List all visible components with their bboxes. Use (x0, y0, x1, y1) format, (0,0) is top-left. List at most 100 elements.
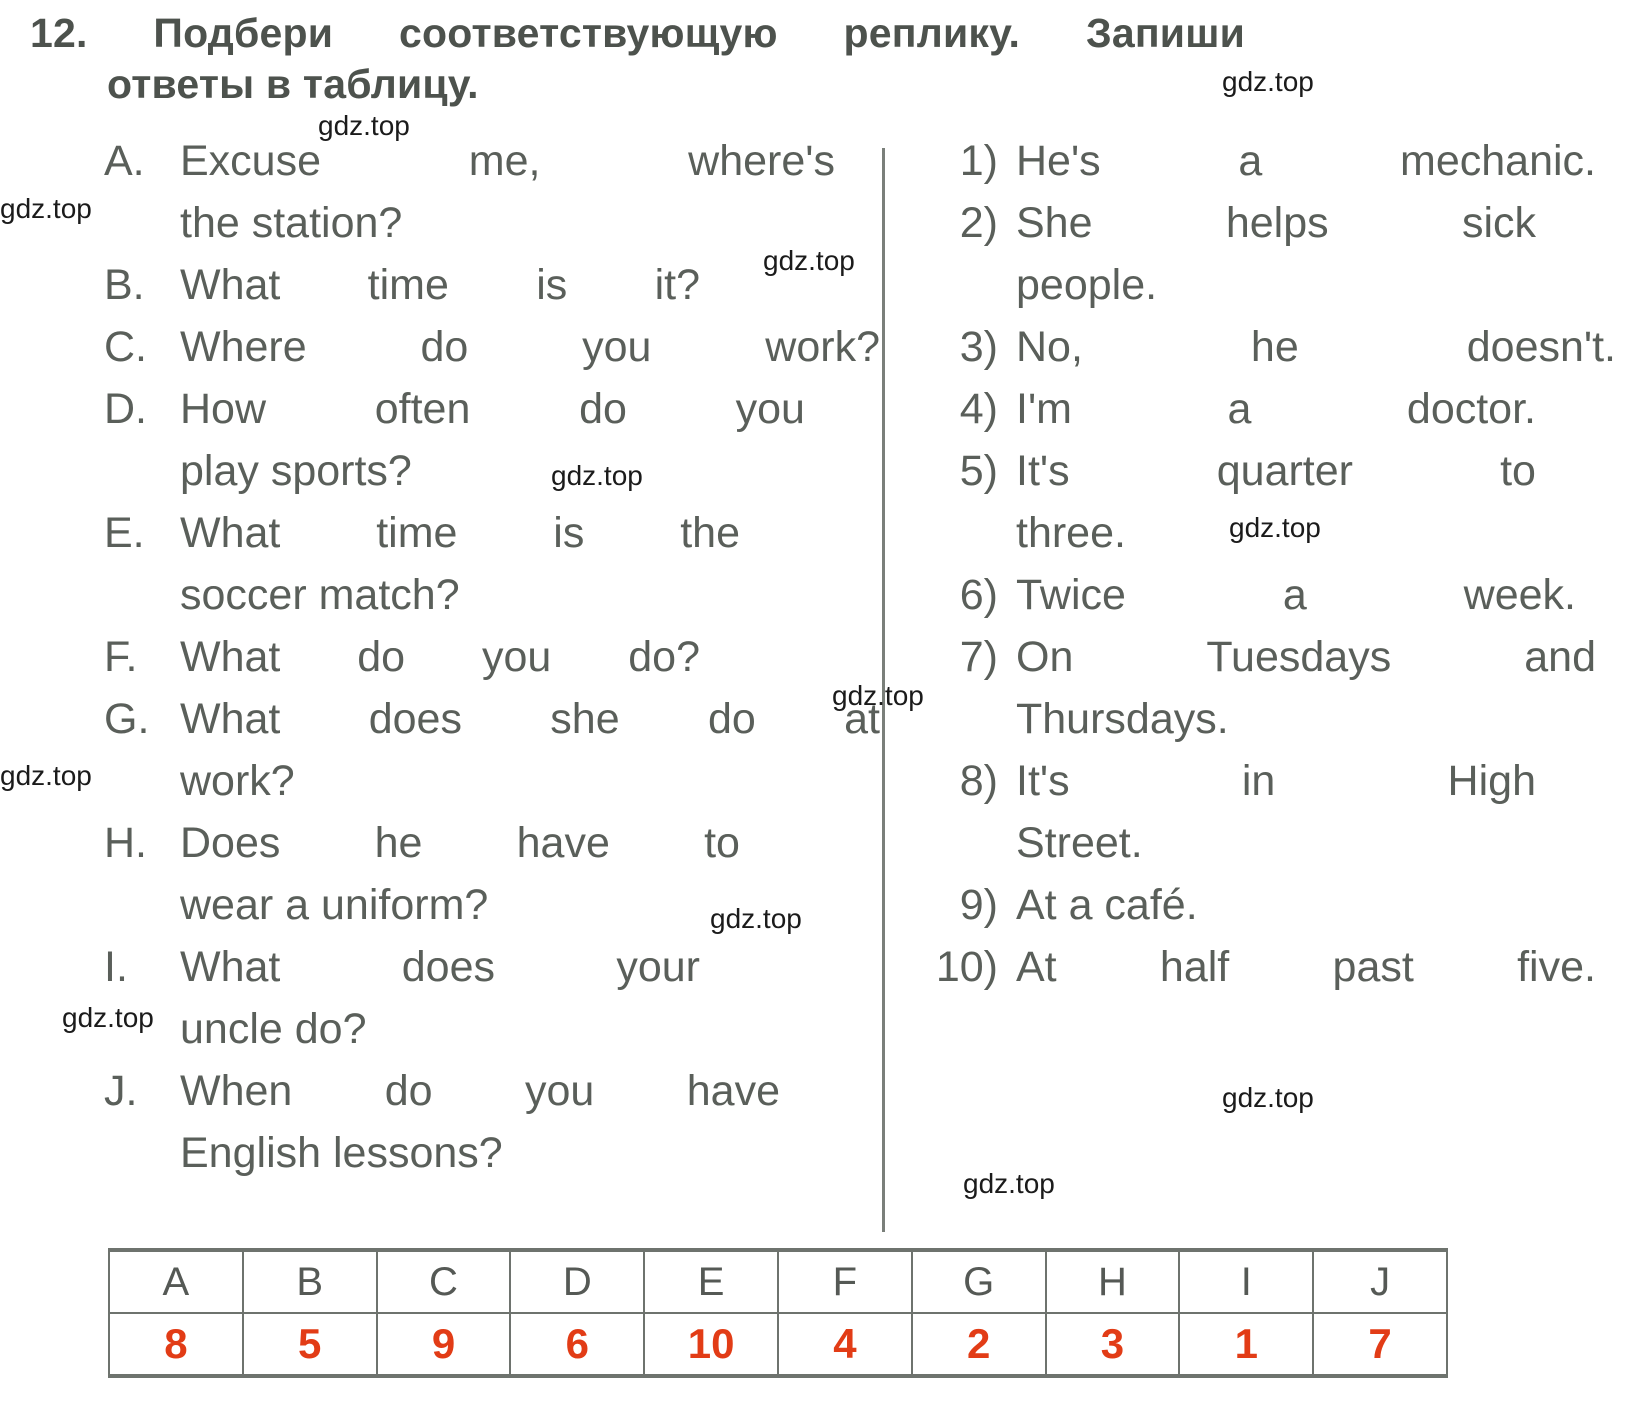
table-cell-letter: F (776, 1248, 913, 1314)
table-cell-letter: G (910, 1248, 1047, 1314)
reply-marker: 5) (959, 447, 998, 495)
list-item[interactable]: J. When do you have English lessons? (92, 1060, 852, 1184)
table-cell-letter: E (643, 1248, 779, 1314)
table-cell-letter: B (241, 1248, 378, 1314)
reply-text: It's in High Street. (1016, 750, 1640, 874)
prompt-line: English lessons? (180, 1129, 503, 1177)
list-item[interactable]: G. What does she do at work? (92, 688, 880, 812)
prompt-marker: F. (104, 633, 138, 681)
prompt-line: Does he have to (180, 819, 740, 867)
table-cell-answer[interactable]: 10 (643, 1312, 779, 1378)
list-item[interactable]: 6) Twice a week. (900, 564, 1640, 626)
reply-marker: 9) (959, 881, 998, 929)
prompt-marker: B. (104, 261, 145, 309)
column-divider (882, 148, 885, 1232)
table-cell-letter: A (108, 1248, 244, 1314)
reply-line: He's a mechanic. (1016, 137, 1596, 185)
table-row-answers: 8 5 9 6 10 4 2 3 1 7 (108, 1312, 1448, 1378)
table-cell-answer[interactable]: 8 (108, 1312, 244, 1378)
list-item[interactable]: 2) She helps sick people. (900, 192, 1640, 316)
reply-marker: 3) (959, 323, 998, 371)
table-cell-answer[interactable]: 3 (1044, 1312, 1181, 1378)
reply-line: On Tuesdays and (1016, 633, 1596, 681)
reply-text: She helps sick people. (1016, 192, 1640, 316)
reply-text: No, he doesn't. (1016, 316, 1640, 378)
prompt-line: uncle do? (180, 1005, 367, 1053)
list-item[interactable]: 7) On Tuesdays and Thursdays. (900, 626, 1640, 750)
list-item[interactable]: 10) At half past five. (900, 936, 1640, 998)
prompt-line: What does your (180, 943, 700, 991)
list-item[interactable]: 8) It's in High Street. (900, 750, 1640, 874)
reply-marker: 8) (959, 757, 998, 805)
reply-marker: 4) (959, 385, 998, 433)
prompt-line: What does she do at (180, 695, 880, 743)
prompt-line: What time is it? (180, 261, 700, 309)
list-item[interactable]: E. What time is the soccer match? (92, 502, 852, 626)
reply-line: It's quarter to (1016, 447, 1536, 495)
matching-columns: A. Excuse me, where's the station? B. What… (0, 130, 1649, 1232)
heading-word-4: Запиши (1085, 10, 1245, 56)
table-cell-letter: C (375, 1248, 512, 1314)
exercise-heading-line-1: 12. Подбери соответствующую реплику. Зап… (30, 8, 1245, 59)
table-cell-answer[interactable]: 7 (1312, 1312, 1448, 1378)
reply-text: On Tuesdays and Thursdays. (1016, 626, 1640, 750)
prompt-line: work? (180, 757, 295, 805)
prompt-marker: I. (104, 943, 128, 991)
reply-line: I'm a doctor. (1016, 385, 1536, 433)
reply-line: people. (1016, 261, 1158, 309)
table-cell-letter: I (1178, 1248, 1315, 1314)
reply-marker: 2) (959, 199, 998, 247)
list-item[interactable]: A. Excuse me, where's the station? (92, 130, 852, 254)
list-item[interactable]: 5) It's quarter to three. (900, 440, 1640, 564)
reply-text: At half past five. (1016, 936, 1640, 998)
prompt-text: Does he have to wear a uniform? (180, 812, 852, 936)
list-item[interactable]: D. How often do you play sports? (92, 378, 852, 502)
table-cell-answer[interactable]: 2 (910, 1312, 1047, 1378)
list-item[interactable]: B. What time is it? (92, 254, 852, 316)
answer-table: A B C D E F G H I J 8 5 9 6 10 4 2 3 1 7 (108, 1248, 1448, 1378)
table-cell-letter: H (1044, 1248, 1181, 1314)
table-cell-answer[interactable]: 9 (375, 1312, 512, 1378)
prompt-marker: A. (104, 137, 145, 185)
list-item[interactable]: 1) He's a mechanic. (900, 130, 1640, 192)
prompt-line: What do you do? (180, 633, 700, 681)
prompt-text: What time is the soccer match? (180, 502, 852, 626)
heading-word-1: Подбери (153, 10, 334, 56)
prompt-line: When do you have (180, 1067, 780, 1115)
heading-word-3: реплику. (843, 10, 1021, 56)
reply-line: Thursdays. (1016, 695, 1229, 743)
prompt-line: How often do you (180, 385, 805, 433)
reply-text: He's a mechanic. (1016, 130, 1640, 192)
reply-line: At a café. (1016, 881, 1198, 929)
table-cell-answer[interactable]: 1 (1178, 1312, 1315, 1378)
list-item[interactable]: I. What does your uncle do? (92, 936, 852, 1060)
prompt-line: play sports? (180, 447, 412, 495)
table-cell-letter: J (1312, 1248, 1448, 1314)
reply-text: At a café. (1016, 874, 1640, 936)
exercise-heading: 12. Подбери соответствующую реплику. Зап… (30, 8, 1630, 111)
list-item[interactable]: 3) No, he doesn't. (900, 316, 1640, 378)
exercise-heading-line-2: ответы в таблицу. (107, 61, 479, 108)
prompt-text: What time is it? (180, 254, 852, 316)
prompt-marker: E. (104, 509, 145, 557)
list-item[interactable]: 4) I'm a doctor. (900, 378, 1640, 440)
replies-column: 1) He's a mechanic. 2) She helps sick people… (900, 130, 1640, 998)
heading-word-2: соответствующую (399, 10, 778, 56)
prompt-text: What do you do? (180, 626, 852, 688)
prompt-text: Excuse me, where's the station? (180, 130, 852, 254)
table-cell-answer[interactable]: 5 (241, 1312, 378, 1378)
prompts-column: A. Excuse me, where's the station? B. What… (92, 130, 880, 1184)
prompt-marker: J. (104, 1067, 138, 1115)
prompt-text: When do you have English lessons? (180, 1060, 852, 1184)
list-item[interactable]: F. What do you do? (92, 626, 852, 688)
prompt-marker: H. (104, 819, 147, 867)
reply-marker: 10) (935, 943, 998, 991)
reply-text: It's quarter to three. (1016, 440, 1640, 564)
list-item[interactable]: 9) At a café. (900, 874, 1640, 936)
list-item[interactable]: H. Does he have to wear a uniform? (92, 812, 852, 936)
table-cell-answer[interactable]: 6 (509, 1312, 646, 1378)
exercise-number: 12. (30, 10, 88, 56)
list-item[interactable]: C. Where do you work? (92, 316, 880, 378)
table-cell-answer[interactable]: 4 (776, 1312, 913, 1378)
prompt-line: wear a uniform? (180, 881, 489, 929)
